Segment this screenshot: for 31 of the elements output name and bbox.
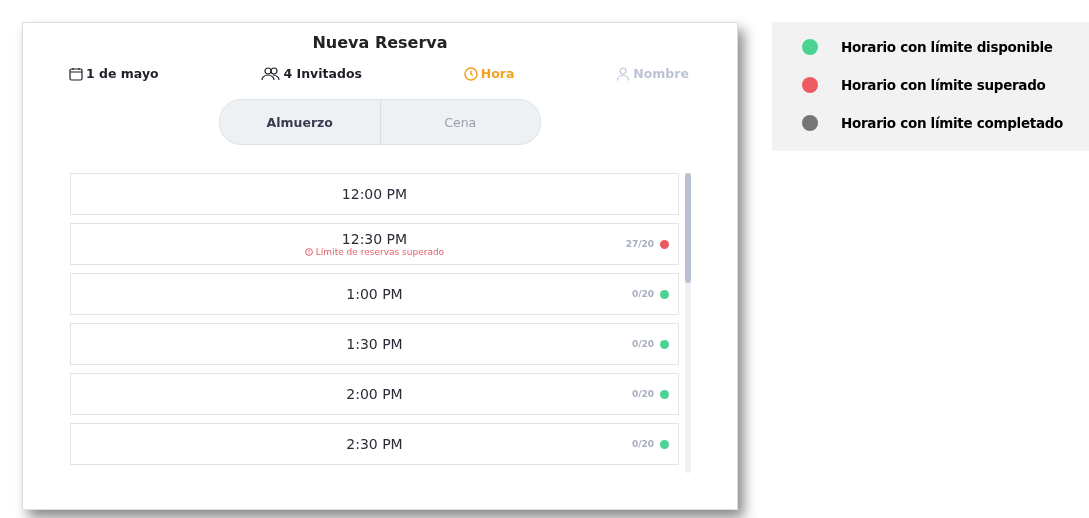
slot-time: 12:00 PM [341, 186, 408, 202]
time-slot[interactable]: 12:00 PM [70, 173, 679, 215]
alert-icon [304, 248, 313, 256]
people-icon [260, 66, 281, 81]
time-slot[interactable]: 1:00 PM 0/20 [70, 273, 679, 315]
slot-time: 1:30 PM [346, 336, 403, 352]
booking-count: 0/20 [631, 289, 654, 299]
step-item[interactable]: 4 Invitados [260, 66, 362, 81]
slot-time: 2:30 PM [346, 436, 403, 452]
dialog-title: Nueva Reserva [311, 32, 449, 52]
booking-count: 0/20 [631, 339, 654, 349]
clock-icon [463, 66, 478, 81]
time-slot[interactable]: 1:30 PM 0/20 [70, 323, 679, 365]
booking-count: 0/20 [631, 389, 654, 399]
time-slot[interactable]: 2:00 PM 0/20 [70, 373, 679, 415]
slot-time: 12:30 PM [341, 231, 408, 247]
legend-label: Horario con límite superado [841, 77, 1046, 93]
slot-time: 1:00 PM [346, 286, 403, 302]
booking-count: 0/20 [631, 439, 654, 449]
time-slot[interactable]: 2:30 PM 0/20 [70, 423, 679, 465]
step-item[interactable]: 1 de mayo [69, 66, 159, 81]
person-icon [616, 66, 631, 81]
scrollbar[interactable] [685, 173, 691, 473]
calendar-icon [69, 66, 83, 81]
meal-tab[interactable]: Almuerzo [220, 100, 380, 144]
limit-warning: Límite de reservas superado [304, 247, 445, 257]
legend-label: Horario con límite disponible [841, 39, 1053, 55]
time-slot[interactable]: 12:30 PM Límite de reservas superado 27/20 [70, 223, 679, 265]
booking-count: 27/20 [625, 239, 654, 249]
legend-label: Horario con límite completado [841, 115, 1064, 131]
slot-time: 2:00 PM [346, 386, 403, 402]
